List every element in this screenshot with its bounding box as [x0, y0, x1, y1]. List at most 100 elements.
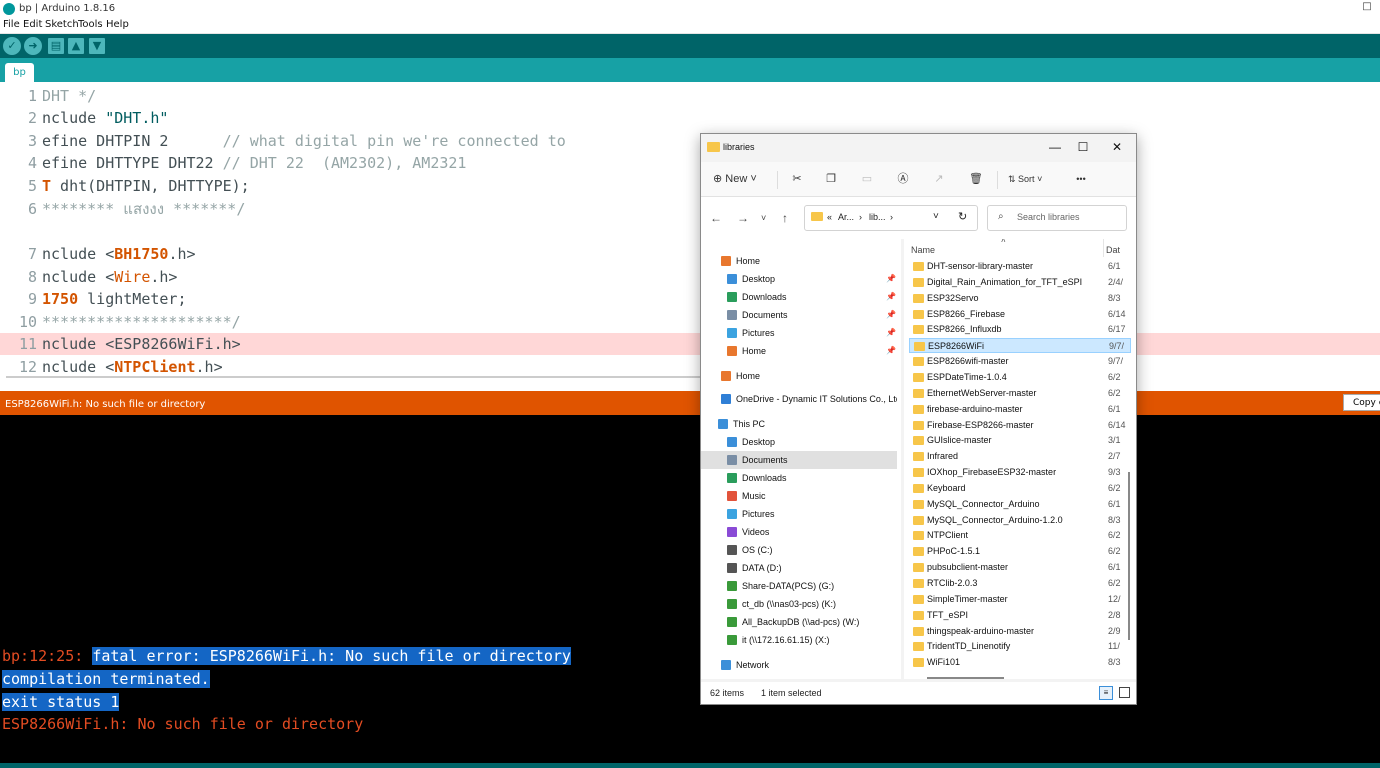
maximize-button[interactable]: □ [1355, 1, 1379, 15]
menu-tools[interactable]: Tools [78, 19, 103, 30]
file-row[interactable]: thingspeak-arduino-master 2/9 [909, 624, 1131, 639]
breadcrumb-arduino[interactable]: Ar... [838, 212, 854, 222]
tiles-view-icon[interactable] [1119, 687, 1130, 698]
address-bar[interactable]: « Ar... › lib... › ˅ ↻ [804, 205, 978, 231]
path-overflow[interactable]: « [827, 212, 832, 222]
new-sketch-button[interactable]: ▤ [48, 38, 64, 54]
file-row[interactable]: Firebase-ESP8266-master 6/14 [909, 418, 1131, 433]
code-editor[interactable]: 1 DHT */ 2 nclude "DHT.h" 3 efine DHTPIN 2 … [0, 82, 1380, 380]
nav-item[interactable]: Home [701, 252, 897, 270]
menu-file[interactable]: File [3, 19, 20, 30]
nav-item[interactable]: Downloads 📌 [701, 288, 897, 306]
nav-item[interactable]: it (\\172.16.61.15) (X:) [701, 631, 897, 649]
open-button[interactable]: ▲ [68, 38, 84, 54]
file-row[interactable]: Infrared 2/7 [909, 449, 1131, 464]
nav-item[interactable]: OS (C:) [701, 541, 897, 559]
maximize-button[interactable]: ☐ [1069, 138, 1097, 156]
file-row[interactable]: ESP8266_Firebase 6/14 [909, 307, 1131, 322]
pin-icon: 📌 [886, 310, 896, 319]
file-date: 9/3 [1108, 467, 1121, 478]
file-row[interactable]: TridentTD_Linenotify 11/ [909, 639, 1131, 654]
nav-item[interactable]: Network [701, 656, 897, 674]
column-name[interactable]: Name [911, 245, 935, 255]
file-date: 6/17 [1108, 324, 1126, 335]
file-row[interactable]: Keyboard 6/2 [909, 481, 1131, 496]
file-row[interactable]: EthernetWebServer-master 6/2 [909, 386, 1131, 401]
file-row[interactable]: ESP8266wifi-master 9/7/ [909, 354, 1131, 369]
new-button[interactable]: ⊕ New ˅ [713, 171, 763, 187]
nav-item[interactable]: Music [701, 487, 897, 505]
details-view-icon[interactable]: ≡ [1099, 686, 1113, 700]
horizontal-scrollbar[interactable] [927, 677, 1004, 679]
recent-chevron-icon[interactable]: ˅ [761, 213, 766, 223]
upload-button[interactable]: ➜ [24, 37, 42, 55]
chevron-down-icon[interactable]: ˅ [933, 211, 939, 222]
download-icon [727, 292, 737, 302]
file-date: 2/9 [1108, 625, 1121, 636]
sort-button[interactable]: ⇅ Sort ˅ [1008, 171, 1058, 187]
nav-item[interactable]: DATA (D:) [701, 559, 897, 577]
nav-item[interactable]: Downloads [701, 469, 897, 487]
file-row[interactable]: TFT_eSPI 2/8 [909, 608, 1131, 623]
file-row[interactable]: Digital_Rain_Animation_for_TFT_eSPI 2/4/ [909, 275, 1131, 290]
cut-icon[interactable]: ✂ [789, 171, 805, 187]
verify-button[interactable]: ✓ [3, 37, 21, 55]
back-icon[interactable]: ← [710, 211, 722, 225]
menu-sketch[interactable]: Sketch [45, 19, 79, 30]
file-row[interactable]: MySQL_Connector_Arduino-1.2.0 8/3 [909, 513, 1131, 528]
share-icon[interactable]: ↗ [931, 171, 947, 187]
delete-icon[interactable]: 🗑 [968, 171, 984, 187]
file-row[interactable]: DHT-sensor-library-master 6/1 [909, 259, 1131, 274]
file-row[interactable]: WiFi101 8/3 [909, 655, 1131, 670]
file-row[interactable]: SimpleTimer-master 12/ [909, 592, 1131, 607]
paste-icon[interactable]: ▭ [859, 171, 875, 187]
nav-item[interactable]: Home [701, 367, 897, 385]
editor-scrollbar[interactable] [6, 376, 701, 378]
file-row[interactable]: RTClib-2.0.3 6/2 [909, 576, 1131, 591]
file-row[interactable]: GUIslice-master 3/1 [909, 433, 1131, 448]
menu-edit[interactable]: Edit [23, 19, 42, 30]
file-row[interactable]: PHPoC-1.5.1 6/2 [909, 544, 1131, 559]
file-row[interactable]: MySQL_Connector_Arduino 6/1 [909, 497, 1131, 512]
forward-icon[interactable]: → [737, 211, 749, 225]
save-button[interactable]: ▼ [89, 38, 105, 54]
file-row[interactable]: firebase-arduino-master 6/1 [909, 402, 1131, 417]
tab-bp[interactable]: bp [5, 63, 34, 82]
refresh-icon[interactable]: ↻ [958, 210, 967, 223]
file-list-scrollbar[interactable] [1128, 472, 1130, 640]
up-icon[interactable]: ↑ [782, 211, 788, 225]
menu-help[interactable]: Help [106, 19, 129, 30]
file-row[interactable]: pubsubclient-master 6/1 [909, 560, 1131, 575]
console-output[interactable]: bp:12:25: fatal error: ESP8266WiFi.h: No… [0, 415, 1380, 768]
copy-icon[interactable]: ❐ [823, 171, 839, 187]
nav-item[interactable]: Documents 📌 [701, 306, 897, 324]
folder-icon [913, 357, 924, 367]
more-options-icon[interactable]: ••• [1071, 171, 1091, 187]
breadcrumb-libraries[interactable]: lib... [869, 212, 886, 222]
file-row[interactable]: ESPDateTime-1.0.4 6/2 [909, 370, 1131, 385]
nav-item[interactable]: Desktop [701, 433, 897, 451]
file-row[interactable]: NTPClient 6/2 [909, 528, 1131, 543]
nav-item[interactable]: Desktop 📌 [701, 270, 897, 288]
search-input[interactable]: ⌕ Search libraries [987, 205, 1127, 231]
nav-item[interactable]: Videos [701, 523, 897, 541]
file-row[interactable]: ESP8266WiFi 9/7/ [909, 338, 1131, 354]
nav-item[interactable]: Documents [701, 451, 897, 469]
nav-item[interactable]: ct_db (\\nas03-pcs) (K:) [701, 595, 897, 613]
file-row[interactable]: ESP32Servo 8/3 [909, 291, 1131, 306]
nav-item[interactable]: Pictures 📌 [701, 324, 897, 342]
nav-item[interactable]: OneDrive - Dynamic IT Solutions Co., Ltd [701, 390, 897, 408]
copy-error-button[interactable]: Copy e [1343, 394, 1380, 411]
nav-item[interactable]: Home 📌 [701, 342, 897, 360]
close-button[interactable]: ✕ [1103, 138, 1131, 156]
rename-icon[interactable]: Ⓐ [895, 171, 911, 187]
nav-item[interactable]: Pictures [701, 505, 897, 523]
nav-item[interactable]: All_BackupDB (\\ad-pcs) (W:) [701, 613, 897, 631]
code-text: 1750 lightMeter; [42, 288, 187, 310]
nav-item[interactable]: Share-DATA(PCS) (G:) [701, 577, 897, 595]
nav-item[interactable]: This PC [701, 415, 897, 433]
file-row[interactable]: IOXhop_FirebaseESP32-master 9/3 [909, 465, 1131, 480]
minimize-button[interactable]: — [1041, 138, 1069, 156]
file-row[interactable]: ESP8266_Influxdb 6/17 [909, 322, 1131, 337]
column-date[interactable]: Dat [1106, 245, 1120, 255]
